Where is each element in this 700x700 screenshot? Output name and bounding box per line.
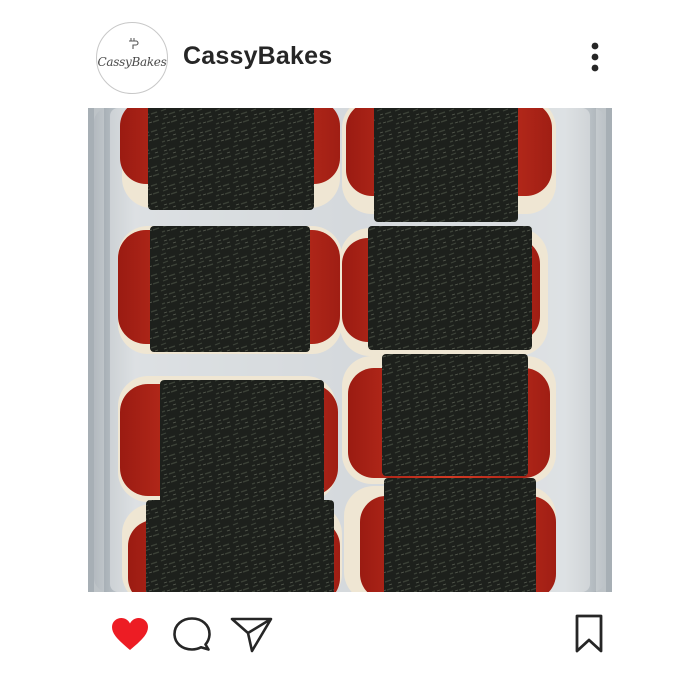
comment-bubble-icon[interactable] — [172, 616, 212, 654]
post-image[interactable] — [88, 108, 612, 592]
avatar-logo-text: CassyBakes — [97, 55, 167, 69]
username[interactable]: CassyBakes — [183, 42, 332, 71]
action-bar — [0, 600, 700, 680]
bookmark-icon[interactable] — [574, 614, 604, 654]
post-photo — [88, 108, 612, 592]
hand-mixer-icon — [129, 38, 139, 49]
post-header: CassyBakes CassyBakes — [0, 0, 700, 108]
heart-icon[interactable] — [110, 616, 150, 652]
more-vertical-icon[interactable] — [584, 40, 606, 74]
paper-plane-icon[interactable] — [230, 616, 274, 654]
avatar[interactable]: CassyBakes — [96, 22, 168, 94]
